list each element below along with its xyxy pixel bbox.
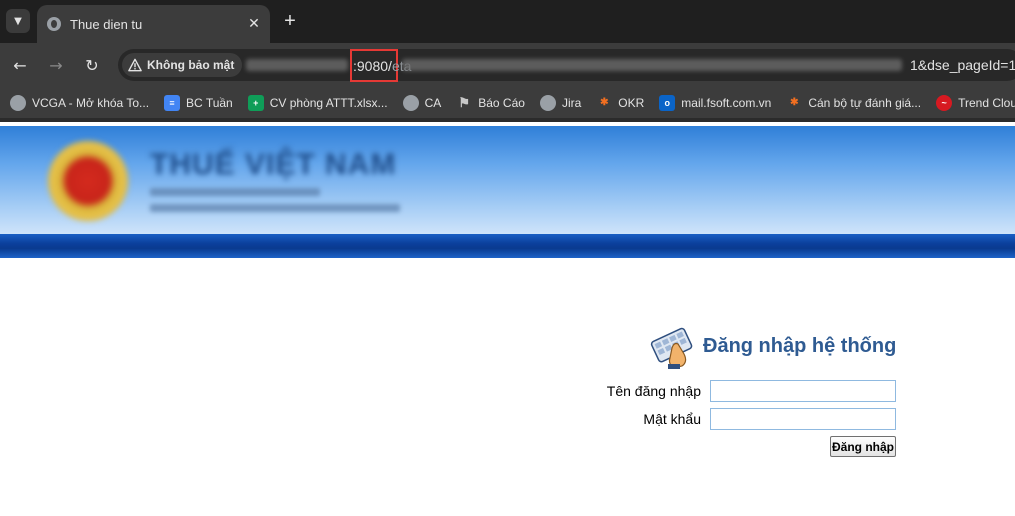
url-tail-text: 1&dse_pageId=1: [910, 57, 1015, 73]
username-input[interactable]: [710, 380, 896, 402]
globe-icon: [402, 94, 419, 111]
bookmark-item[interactable]: Jira: [539, 94, 581, 111]
password-input[interactable]: [710, 408, 896, 430]
url-port-highlight: :9080/eta: [350, 49, 411, 82]
bookmark-item[interactable]: CA: [402, 94, 441, 111]
fpt-icon: ✱: [600, 97, 609, 108]
bookmark-item[interactable]: ≡ BC Tuần: [164, 94, 233, 111]
bookmark-item[interactable]: + CV phòng ATTT.xlsx...: [247, 94, 388, 111]
address-bar[interactable]: Không bảo mật :9080/eta 1&dse_pageId=1: [118, 49, 1015, 82]
site-title: THUẾ VIỆT NAM: [150, 148, 397, 181]
bookmark-item[interactable]: ✱ OKR: [596, 95, 644, 111]
password-label: Mật khẩu: [643, 411, 701, 427]
national-emblem-logo: [48, 141, 128, 221]
sheets-icon: +: [247, 94, 264, 111]
globe-icon: [539, 94, 556, 111]
fpt-icon: ✱: [790, 97, 799, 108]
back-arrow-icon[interactable]: ←: [8, 53, 32, 77]
site-header-banner: THUẾ VIỆT NAM: [0, 126, 1015, 234]
browser-tab-strip: ▼ Thue dien tu ✕ +: [0, 0, 1015, 43]
bookmark-item[interactable]: o mail.fsoft.com.vn: [659, 94, 771, 111]
url-host-redacted: [246, 59, 348, 71]
login-button[interactable]: Đăng nhập: [830, 436, 896, 457]
tab-title: Thue dien tu: [70, 16, 143, 32]
site-security-chip[interactable]: Không bảo mật: [122, 53, 243, 77]
trend-icon: ~: [936, 94, 953, 111]
bookmarks-bar: VCGA - Mở khóa To... ≡ BC Tuần + CV phòn…: [0, 87, 1015, 118]
site-subtitle-redacted: [150, 204, 400, 212]
outlook-icon: o: [659, 94, 676, 111]
bookmark-item[interactable]: ~ Trend Cloud: [936, 94, 1015, 111]
url-path-redacted: [402, 59, 902, 71]
bookmark-item[interactable]: ⚑ Báo Cáo: [456, 95, 525, 111]
warning-triangle-icon: [128, 58, 142, 72]
reload-icon[interactable]: ↻: [80, 53, 104, 77]
keyboard-hand-icon: [650, 327, 693, 369]
new-tab-plus-icon[interactable]: +: [280, 11, 300, 31]
tab-close-icon[interactable]: ✕: [244, 14, 264, 34]
tab-globe-icon: [47, 17, 61, 31]
browser-toolbar: ← → ↻ Không bảo mật :9080/eta 1&dse_page…: [0, 43, 1015, 87]
login-title: Đăng nhập hệ thống: [703, 335, 897, 357]
browser-tab-active[interactable]: Thue dien tu ✕: [37, 5, 270, 43]
globe-icon: [10, 94, 26, 111]
forward-arrow-icon[interactable]: →: [44, 53, 68, 77]
username-label: Tên đăng nhập: [606, 383, 701, 399]
bookmark-item[interactable]: VCGA - Mở khóa To...: [10, 94, 149, 111]
flag-icon: ⚑: [458, 94, 471, 110]
bookmark-item[interactable]: ✱ Cán bộ tự đánh giá...: [786, 95, 921, 111]
docs-icon: ≡: [164, 94, 181, 111]
security-label: Không bảo mật: [147, 58, 235, 72]
site-subtitle-redacted: [150, 188, 320, 196]
tab-search-chevron-icon[interactable]: ▼: [6, 9, 30, 33]
header-blue-stripe: [0, 234, 1015, 258]
